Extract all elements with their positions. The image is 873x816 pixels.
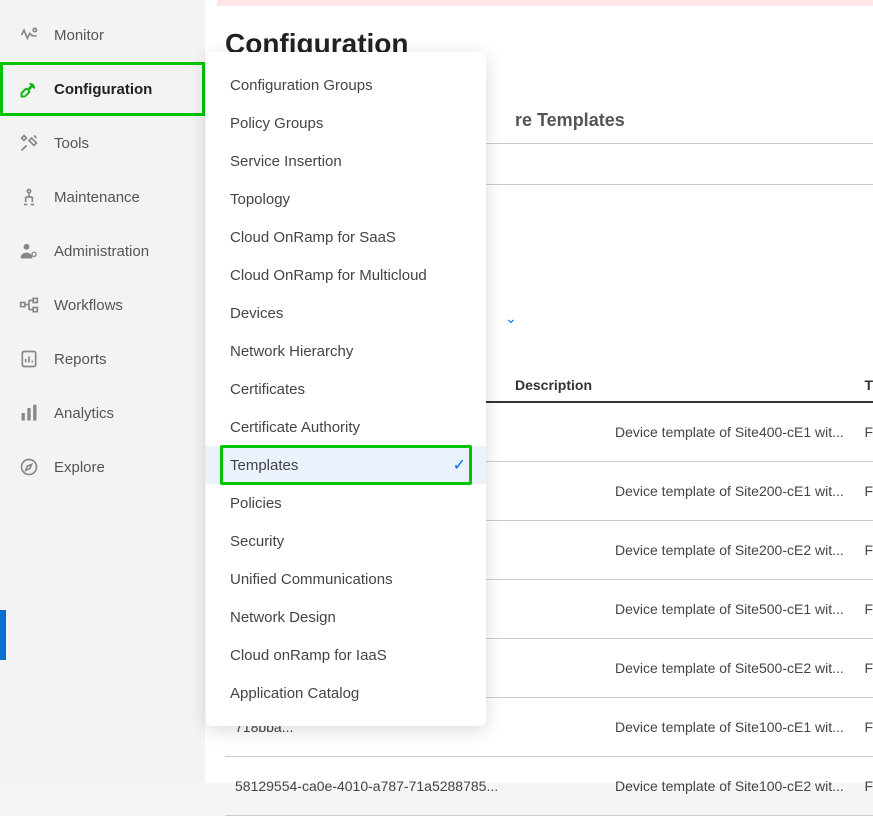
row-description: Device template of Site100-cE1 wit... (595, 719, 853, 735)
dropdown-item-label: Cloud OnRamp for SaaS (230, 229, 396, 246)
sidebar-item-label: Workflows (54, 297, 123, 314)
wrench-icon (18, 78, 40, 100)
dropdown-item-label: Certificates (230, 381, 305, 398)
sidebar-item-label: Tools (54, 135, 89, 152)
monitor-icon (18, 24, 40, 46)
sidebar-item-configuration[interactable]: Configuration (0, 62, 205, 116)
row-t: F (853, 660, 873, 676)
row-t: F (853, 542, 873, 558)
dropdown-item-label: Application Catalog (230, 685, 359, 702)
dropdown-item-policies[interactable]: Policies (206, 484, 486, 522)
sidebar-item-label: Maintenance (54, 189, 140, 206)
tools-icon (18, 132, 40, 154)
sidebar-item-label: Reports (54, 351, 107, 368)
dropdown-item-label: Policies (230, 495, 282, 512)
dropdown-item-network-hierarchy[interactable]: Network Hierarchy (206, 332, 486, 370)
row-description: Device template of Site200-cE2 wit... (595, 542, 853, 558)
dropdown-item-application-catalog[interactable]: Application Catalog (206, 674, 486, 712)
dropdown-item-topology[interactable]: Topology (206, 180, 486, 218)
sidebar-item-label: Explore (54, 459, 105, 476)
dropdown-item-label: Devices (230, 305, 283, 322)
dropdown-item-cloud-onramp-for-multicloud[interactable]: Cloud OnRamp for Multicloud (206, 256, 486, 294)
dropdown-item-label: Policy Groups (230, 115, 323, 132)
analytics-icon (18, 402, 40, 424)
maintenance-icon (18, 186, 40, 208)
dropdown-item-certificates[interactable]: Certificates (206, 370, 486, 408)
sidebar-item-workflows[interactable]: Workflows (0, 278, 205, 332)
workflows-icon (18, 294, 40, 316)
dropdown-item-label: Unified Communications (230, 571, 393, 588)
sidebar-item-explore[interactable]: Explore (0, 440, 205, 494)
sidebar: Monitor Configuration Tools Maintenance (0, 0, 205, 783)
dropdown-item-label: Service Insertion (230, 153, 342, 170)
sidebar-item-analytics[interactable]: Analytics (0, 386, 205, 440)
dropdown-item-label: Templates (230, 457, 298, 474)
sidebar-item-label: Analytics (54, 405, 114, 422)
column-header-description[interactable]: Description (495, 377, 853, 393)
dropdown-item-security[interactable]: Security (206, 522, 486, 560)
dropdown-item-network-design[interactable]: Network Design (206, 598, 486, 636)
dropdown-item-label: Network Hierarchy (230, 343, 353, 360)
row-t: F (853, 719, 873, 735)
dropdown-item-templates[interactable]: Templates ✓ (206, 446, 486, 484)
column-header-t[interactable]: T (853, 377, 873, 393)
dropdown-item-label: Cloud OnRamp for Multicloud (230, 267, 427, 284)
dropdown-item-certificate-authority[interactable]: Certificate Authority (206, 408, 486, 446)
dropdown-item-cloud-onramp-for-iaas[interactable]: Cloud onRamp for IaaS (206, 636, 486, 674)
sidebar-item-label: Monitor (54, 27, 104, 44)
check-icon: ✓ (453, 455, 466, 475)
row-id: 58129554-ca0e-4010-a787-71a5288785... (235, 778, 595, 794)
dropdown-item-label: Configuration Groups (230, 77, 373, 94)
dropdown-item-policy-groups[interactable]: Policy Groups (206, 104, 486, 142)
row-description: Device template of Site100-cE2 wit... (595, 778, 853, 794)
sidebar-item-administration[interactable]: Administration (0, 224, 205, 278)
row-t: F (853, 601, 873, 617)
row-t: F (853, 483, 873, 499)
dropdown-item-label: Network Design (230, 609, 336, 626)
sidebar-item-monitor[interactable]: Monitor (0, 8, 205, 62)
dropdown-item-service-insertion[interactable]: Service Insertion (206, 142, 486, 180)
dropdown-item-label: Security (230, 533, 284, 550)
alert-bar (217, 0, 873, 6)
dropdown-item-devices[interactable]: Devices (206, 294, 486, 332)
row-description: Device template of Site200-cE1 wit... (595, 483, 853, 499)
reports-icon (18, 348, 40, 370)
dropdown-item-label: Cloud onRamp for IaaS (230, 647, 387, 664)
dropdown-item-label: Certificate Authority (230, 419, 360, 436)
sidebar-item-label: Configuration (54, 81, 152, 98)
dropdown-item-configuration-groups[interactable]: Configuration Groups (206, 66, 486, 104)
row-description: Device template of Site400-cE1 wit... (595, 424, 853, 440)
dropdown-item-label: Topology (230, 191, 290, 208)
compass-icon (18, 456, 40, 478)
sidebar-item-tools[interactable]: Tools (0, 116, 205, 170)
table-row[interactable]: 58129554-ca0e-4010-a787-71a5288785...Dev… (225, 757, 873, 816)
configuration-dropdown[interactable]: Configuration Groups Policy Groups Service… (206, 52, 486, 726)
sidebar-item-label: Administration (54, 243, 149, 260)
sidebar-accent (0, 610, 6, 660)
row-description: Device template of Site500-cE1 wit... (595, 601, 853, 617)
row-t: F (853, 778, 873, 794)
dropdown-item-cloud-onramp-for-saas[interactable]: Cloud OnRamp for SaaS (206, 218, 486, 256)
row-t: F (853, 424, 873, 440)
sidebar-item-reports[interactable]: Reports (0, 332, 205, 386)
row-description: Device template of Site500-cE2 wit... (595, 660, 853, 676)
sidebar-item-maintenance[interactable]: Maintenance (0, 170, 205, 224)
admin-icon (18, 240, 40, 262)
dropdown-item-unified-communications[interactable]: Unified Communications (206, 560, 486, 598)
